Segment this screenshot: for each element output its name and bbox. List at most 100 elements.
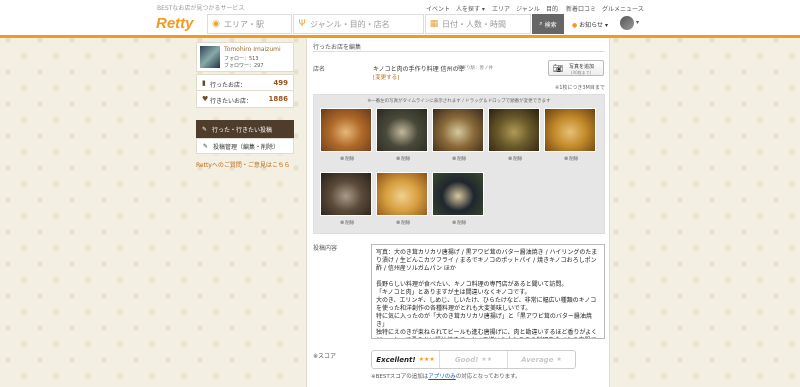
photo-delete-label: 削除 [457,157,467,162]
want-label: 行きたいお店： [210,98,253,105]
visited-stat[interactable]: ▮ 行ったお店： 499 [196,74,294,91]
feedback-link[interactable]: Rettyへのご質問・ご意見はこちら [196,160,294,169]
nav-event[interactable]: イベント [426,4,450,13]
nav-gourmet-news[interactable]: グルメニュース [602,4,644,13]
score-excellent-label: Excellent! [376,355,416,364]
photo-delete-label: 削除 [345,157,355,162]
nav-find-people[interactable]: 人を探す ▾ [456,4,485,13]
delete-icon: ⊗ [340,156,345,162]
photo-thumbnail[interactable] [376,108,428,152]
add-photo-button[interactable]: 📷︎ 写真を追加 (40枚まで) [548,60,604,76]
app-only-link[interactable]: アプリのみ [428,374,456,380]
retty-logo[interactable]: Retty [156,15,194,32]
photo-delete-label: 削除 [569,157,579,162]
score-good-label: Good! [454,355,479,364]
photo-thumbnail[interactable] [544,108,596,152]
photo-delete-button[interactable]: ⊗ 削除 [452,220,466,226]
profile-avatar[interactable] [200,46,220,68]
search-button[interactable]: ⌕ 検索 [532,14,564,34]
score-average-stars: ★ [556,356,562,363]
delete-icon: ⊗ [396,156,401,162]
score-good-option[interactable]: Good! ★★ [440,351,508,368]
menu-item-manage[interactable]: ✎ 投稿管理（編集・削除） [196,138,294,154]
camera-icon: 📷︎ [553,64,564,73]
photo-delete-button[interactable]: ⊗ 削除 [564,156,578,162]
photo-delete-label: 削除 [401,157,411,162]
photo-thumbnail[interactable] [376,172,428,216]
photo-delete-button[interactable]: ⊗ 削除 [396,156,410,162]
visited-label: 行ったお店： [210,82,247,89]
score-good-stars: ★★ [481,356,493,363]
score-note: ※BESTスコアの追加はアプリのみの対応となっております。 [371,372,521,380]
photo-thumbnail[interactable] [432,172,484,216]
delete-icon: ⊗ [452,220,457,226]
nav-purpose[interactable]: 目的 [546,4,558,13]
score-excellent-option[interactable]: Excellent! ★★★ [372,351,440,368]
fork-icon: Ψ [298,19,306,29]
photo-thumbnail[interactable] [320,108,372,152]
add-photo-label: 写真を追加 [569,64,595,70]
photo-thumbnail[interactable] [432,108,484,152]
profile-card: Tomohiro Imaizumi フォロー：513 フォロワー：297 [196,42,294,72]
heart-icon: ♥ [202,95,209,103]
area-search-placeholder: エリア・駅 [224,19,264,29]
score-average-option[interactable]: Average ★ [508,351,575,368]
change-store-link[interactable]: [変更する] [373,73,399,81]
bell-icon: ● [572,22,578,29]
store-label: 店名 [313,66,326,73]
calendar-icon: ▦ [429,19,439,29]
store-nearest-station: 最寄り駅：善ノ井 [457,66,493,71]
following-count[interactable]: フォロー：513 [224,55,259,62]
search-icon: ⌕ [539,20,543,27]
top-header: BESTなお店が見つかるサービス Retty イベント 人を探す ▾ エリア ジ… [0,0,800,38]
want-count: 1886 [268,95,288,103]
visited-count: 499 [273,79,288,87]
photo-size-note: ※1枚につき3M目まで [555,85,605,91]
photo-delete-button[interactable]: ⊗ 削除 [396,220,410,226]
photo-delete-label: 削除 [457,221,467,226]
post-content-textarea[interactable]: 写真：大のき茸カリカリ唐揚げ / 黒アワビ茸のバター醤油焼き / ハイリングのた… [371,244,605,339]
post-content-label: 投稿内容 [313,245,338,252]
score-note-prefix: ※BESTスコアの追加は [371,374,429,380]
photo-delete-button[interactable]: ⊗ 削除 [340,156,354,162]
notifications-menu[interactable]: ● お知らせ ▾ [572,20,608,29]
photo-delete-button[interactable]: ⊗ 削除 [340,220,354,226]
photo-thumbnail[interactable] [488,108,540,152]
date-search-field[interactable]: ▦ 日付・人数・時間 [425,14,531,34]
nav-genre[interactable]: ジャンル [516,4,540,13]
delete-icon: ⊗ [564,156,569,162]
score-note-suffix: の対応となっております。 [455,374,521,380]
search-button-label: 検索 [544,21,557,29]
sidebar: Tomohiro Imaizumi フォロー：513 フォロワー：297 ▮ 行… [196,42,294,169]
book-icon: ▮ [202,79,206,87]
score-selector: Excellent! ★★★ Good! ★★ Average ★ [371,350,576,369]
photo-delete-button[interactable]: ⊗ 削除 [452,156,466,162]
nav-area[interactable]: エリア [492,4,510,13]
photo-panel-hint: ※一番左の写真がタイムラインに表示されます / ドラッグ＆ドロップで順番が変更で… [367,99,551,104]
add-photo-limit: (40枚まで) [571,70,592,75]
genre-search-field[interactable]: Ψ ジャンル・目的・店名 [293,14,424,34]
followers-count[interactable]: フォロワー：297 [224,62,264,69]
notifications-label: お知らせ ▾ [579,22,608,29]
pencil-icon: ✎ [203,142,209,150]
nav-new-reviews[interactable]: 新着口コミ [566,4,596,13]
delete-icon: ⊗ [340,220,345,226]
photo-delete-label: 削除 [513,157,523,162]
photo-delete-button[interactable]: ⊗ 削除 [508,156,522,162]
want-stat[interactable]: ♥ 行きたいお店： 1886 [196,91,294,108]
photo-delete-label: 削除 [345,221,355,226]
tagline: BESTなお店が見つかるサービス [157,5,245,12]
store-name[interactable]: キノコと肉の手作り料理 信州の幸 [373,64,465,73]
menu-item-posts[interactable]: ✎ 行った・行きたい投稿 [196,120,294,138]
menu-item-manage-label: 投稿管理（編集・削除） [213,143,280,151]
chevron-down-icon[interactable]: ▾ [636,19,639,26]
title-divider [313,51,605,52]
score-average-label: Average [521,355,554,364]
location-pin-icon: ◉ [212,19,220,29]
photo-thumbnail[interactable] [320,172,372,216]
delete-icon: ⊗ [396,220,401,226]
profile-name[interactable]: Tomohiro Imaizumi [224,46,281,53]
note-icon: ✎ [202,125,208,133]
user-avatar-menu[interactable] [620,16,634,30]
area-search-field[interactable]: ◉ エリア・駅 [207,14,292,34]
